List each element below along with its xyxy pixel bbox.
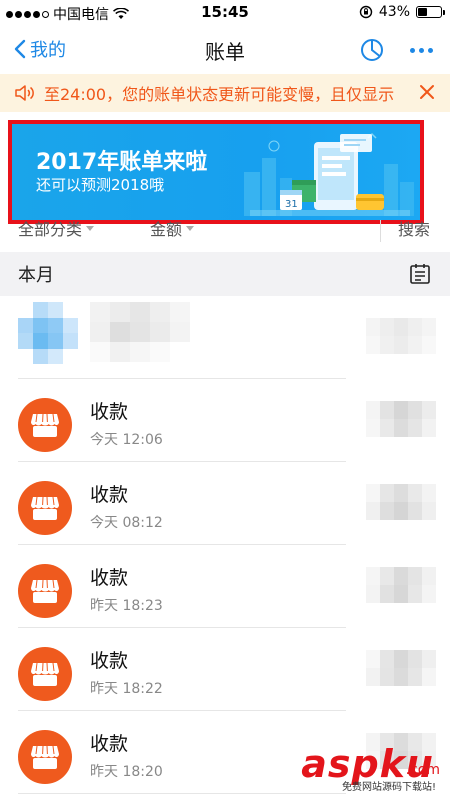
notice-text: 至24:00，您的账单状态更新可能变慢，且仅显示 [44, 85, 395, 104]
more-dot-icon [419, 47, 424, 53]
dropdown-arrow-icon [186, 225, 195, 231]
store-icon [31, 496, 59, 520]
transaction-time: 昨天 18:23 [90, 598, 163, 614]
transaction-title: 收款 [90, 484, 129, 506]
divider [380, 220, 381, 242]
transaction-time: 今天 12:06 [90, 432, 163, 448]
blurred-amount [366, 567, 436, 603]
banner-title: 2017年账单来啦 [36, 150, 208, 175]
search-label: 搜索 [398, 220, 431, 239]
category-filter-label: 全部分类 [18, 220, 83, 239]
blurred-amount [366, 318, 436, 354]
banner-area: 2017年账单来啦 还可以预测2018哦 31 [0, 112, 450, 224]
bill-illustration-icon: 31 [244, 132, 414, 216]
blurred-text [90, 302, 190, 362]
shop-avatar [18, 730, 72, 784]
amount-filter-label: 金额 [150, 220, 183, 239]
close-icon[interactable] [418, 83, 436, 101]
transaction-time: 今天 08:12 [90, 515, 163, 531]
category-filter[interactable]: 全部分类 [18, 220, 95, 240]
section-title: 本月 [18, 265, 54, 286]
more-dot-icon [428, 47, 433, 53]
shop-avatar [18, 481, 72, 535]
shop-avatar [18, 398, 72, 452]
battery-percent: 43% [378, 4, 410, 20]
watermark-logo: aspku .com 免费网站源码下载站! [272, 742, 442, 793]
store-icon [31, 413, 59, 437]
month-section-header: 本月 [0, 252, 450, 296]
filter-bar: 全部分类 金额 搜索 [0, 220, 450, 252]
transaction-title: 收款 [90, 401, 129, 423]
store-icon [31, 579, 59, 603]
calendar-day: 31 [285, 199, 298, 210]
watermark-subtitle: 免费网站源码下载站! [341, 782, 436, 793]
system-status: 43% [359, 4, 445, 20]
battery-icon [416, 6, 445, 18]
transaction-time: 昨天 18:20 [90, 764, 163, 780]
transaction-row[interactable]: 收款昨天 18:22 [0, 628, 450, 711]
blurred-amount [366, 484, 436, 520]
shop-avatar [18, 564, 72, 618]
watermark-domain: .com [405, 762, 440, 778]
banner-subtitle: 还可以预测2018哦 [36, 176, 165, 194]
amount-filter[interactable]: 金额 [150, 220, 195, 240]
notice-bar: 至24:00，您的账单状态更新可能变慢，且仅显示 [0, 74, 450, 112]
transaction-row[interactable]: 收款今天 12:06 [0, 379, 450, 462]
navigation-bar: 我的 账单 [0, 26, 450, 74]
transaction-title: 收款 [90, 567, 129, 589]
speaker-icon [15, 85, 34, 101]
store-icon [31, 745, 59, 769]
transaction-list: 收款 今天 12:06 收款 今天 08:12 收款 昨天 18:23 收款 昨天 18:22… [0, 296, 450, 794]
status-bar: 中国电信 15:45 43% [0, 0, 450, 26]
more-dot-icon [410, 47, 415, 53]
blurred-amount [366, 650, 436, 686]
pie-chart-icon[interactable] [360, 38, 384, 62]
search-button[interactable]: 搜索 [398, 220, 430, 240]
transaction-row[interactable]: 收款昨天 18:23 [0, 545, 450, 628]
transaction-time: 昨天 18:22 [90, 681, 163, 697]
annual-bill-banner[interactable]: 2017年账单来啦 还可以预测2018哦 31 [8, 120, 424, 224]
shop-avatar [18, 647, 72, 701]
blurred-avatar [18, 302, 78, 364]
calendar-icon[interactable] [408, 262, 432, 286]
transaction-title: 收款 [90, 733, 129, 755]
transaction-title: 收款 [90, 650, 129, 672]
transaction-row[interactable]: 收款今天 08:12 [0, 462, 450, 545]
more-menu-button[interactable] [410, 38, 436, 62]
rotation-lock-icon [359, 5, 373, 19]
dropdown-arrow-icon [86, 225, 95, 231]
list-item[interactable] [0, 296, 450, 379]
blurred-amount [366, 401, 436, 437]
store-icon [31, 662, 59, 686]
